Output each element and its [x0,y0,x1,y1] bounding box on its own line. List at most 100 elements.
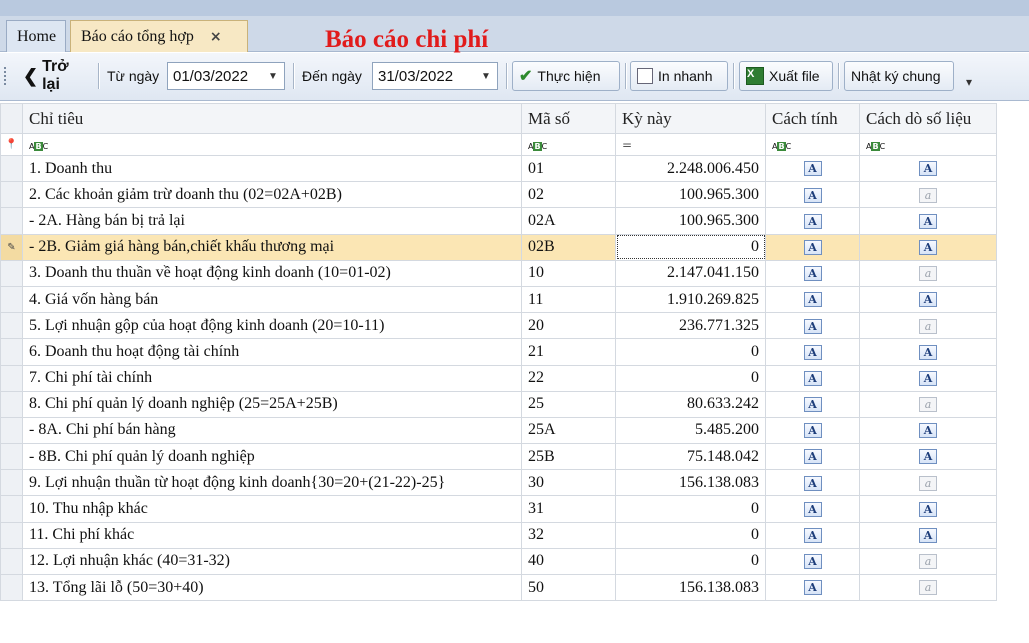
formula-icon[interactable]: A [919,239,937,255]
cell-period-value[interactable]: 0 [615,495,766,523]
toolbar-grip[interactable] [4,67,8,85]
filter-cell-trace-method[interactable]: ABC [859,133,997,156]
column-header-indicator[interactable]: Chỉ tiêu [22,103,522,134]
cell-trace-method[interactable]: a [859,573,997,602]
cell-calc-method[interactable]: A [765,154,860,183]
cell-calc-method[interactable]: A [765,573,860,602]
general-journal-button[interactable]: Nhật ký chung [844,61,954,91]
cell-indicator-name[interactable]: 8. Chi phí quản lý doanh nghiệp (25=25A+… [22,390,522,418]
cell-indicator-name[interactable]: 12. Lợi nhuận khác (40=31-32) [22,547,522,576]
row-indicator[interactable] [0,312,23,340]
row-indicator[interactable] [0,521,23,549]
formula-icon[interactable]: A [803,528,822,544]
formula-icon[interactable]: A [919,161,937,177]
formula-icon[interactable]: A [803,239,822,255]
cell-calc-method[interactable]: A [765,259,860,287]
cell-period-value[interactable]: 1.910.269.825 [615,285,766,314]
formula-icon[interactable]: a [919,187,937,203]
cell-code[interactable]: 10 [521,259,616,287]
cell-code[interactable]: 02A [521,207,616,235]
row-indicator[interactable] [0,443,23,471]
cell-indicator-name[interactable]: 13. Tổng lãi lỗ (50=30+40) [22,573,522,602]
formula-icon[interactable]: A [919,344,937,360]
cell-indicator-name[interactable]: - 8A. Chi phí bán hàng [22,416,522,445]
formula-icon[interactable]: A [803,266,822,282]
cell-code[interactable]: 01 [521,154,616,183]
cell-trace-method[interactable]: a [859,390,997,418]
cell-period-value[interactable]: 2.147.041.150 [615,259,766,287]
cell-code[interactable]: 25 [521,390,616,418]
table-row[interactable]: - 2A. Hàng bán bị trả lại 02A 100.965.300 A… [0,207,997,235]
cell-period-value[interactable]: 75.148.042 [615,443,766,471]
quick-print-button[interactable]: In nhanh [630,61,728,91]
row-indicator[interactable] [0,416,23,445]
cell-code[interactable]: 25A [521,416,616,445]
table-row[interactable]: 13. Tổng lãi lỗ (50=30+40) 50 156.138.083 A… [0,573,997,602]
cell-code[interactable]: 30 [521,469,616,497]
formula-icon[interactable]: A [803,292,822,308]
formula-icon[interactable]: a [919,397,937,413]
cell-period-value[interactable]: 236.771.325 [615,312,766,340]
column-header-code[interactable]: Mã số [521,103,616,134]
formula-icon[interactable]: A [803,370,822,386]
cell-code[interactable]: 21 [521,338,616,366]
row-indicator[interactable] [0,285,23,314]
from-date-picker[interactable]: 01/03/2022 ▼ [167,62,285,90]
row-indicator[interactable] [0,573,23,602]
table-row[interactable]: 9. Lợi nhuận thuần từ hoạt động kinh doa… [0,469,997,497]
formula-icon[interactable]: A [803,554,822,570]
cell-trace-method[interactable]: A [859,364,997,392]
cell-period-value[interactable]: 100.965.300 [615,207,766,235]
cell-indicator-name[interactable]: 9. Lợi nhuận thuần từ hoạt động kinh doa… [22,469,522,497]
cell-trace-method[interactable]: A [859,495,997,523]
cell-period-value[interactable]: 156.138.083 [615,573,766,602]
table-row[interactable]: 1. Doanh thu 01 2.248.006.450 A A [0,154,997,183]
cell-period-value[interactable]: 5.485.200 [615,416,766,445]
close-icon[interactable]: × [210,29,222,45]
cell-period-value[interactable]: 156.138.083 [615,469,766,497]
formula-icon[interactable]: A [803,344,822,360]
formula-icon[interactable]: a [919,554,937,570]
cell-calc-method[interactable]: A [765,521,860,549]
column-header-calc-method[interactable]: Cách tính [765,103,860,134]
cell-calc-method[interactable]: A [765,443,860,471]
row-indicator[interactable] [0,364,23,392]
cell-period-value[interactable]: 80.633.242 [615,390,766,418]
cell-trace-method[interactable]: a [859,181,997,209]
cell-calc-method[interactable]: A [765,285,860,314]
formula-icon[interactable]: A [803,161,822,177]
table-row[interactable]: 3. Doanh thu thuần về hoạt động kinh doa… [0,259,997,287]
cell-code[interactable]: 20 [521,312,616,340]
cell-code[interactable]: 40 [521,547,616,576]
cell-trace-method[interactable]: a [859,547,997,576]
row-indicator[interactable] [0,259,23,287]
cell-indicator-name[interactable]: 11. Chi phí khác [22,521,522,549]
formula-icon[interactable]: A [803,318,822,334]
cell-code[interactable]: 22 [521,364,616,392]
row-indicator[interactable]: ✎ [0,233,23,261]
cell-code[interactable]: 02 [521,181,616,209]
cell-code[interactable]: 31 [521,495,616,523]
row-indicator[interactable] [0,469,23,497]
formula-icon[interactable]: A [803,580,822,596]
table-row[interactable]: 6. Doanh thu hoạt động tài chính 21 0 A A [0,338,997,366]
cell-indicator-name[interactable]: 7. Chi phí tài chính [22,364,522,392]
cell-calc-method[interactable]: A [765,547,860,576]
formula-icon[interactable]: A [919,370,937,386]
cell-code[interactable]: 25B [521,443,616,471]
cell-trace-method[interactable]: A [859,521,997,549]
row-indicator[interactable] [0,547,23,576]
cell-indicator-name[interactable]: 4. Giá vốn hàng bán [22,285,522,314]
cell-indicator-name[interactable]: 6. Doanh thu hoạt động tài chính [22,338,522,366]
cell-calc-method[interactable]: A [765,364,860,392]
formula-icon[interactable]: A [919,449,937,465]
row-indicator[interactable] [0,338,23,366]
table-row[interactable]: - 8B. Chi phí quản lý doanh nghiệp 25B 75.… [0,443,997,471]
execute-button[interactable]: ✔ Thực hiện [512,61,620,91]
filter-cell-period[interactable]: = [615,133,766,156]
cell-trace-method[interactable]: a [859,469,997,497]
tab-home[interactable]: Home [6,20,66,52]
formula-icon[interactable]: A [919,528,937,544]
back-button[interactable]: ❮ Trở lại [16,58,88,93]
cell-calc-method[interactable]: A [765,338,860,366]
